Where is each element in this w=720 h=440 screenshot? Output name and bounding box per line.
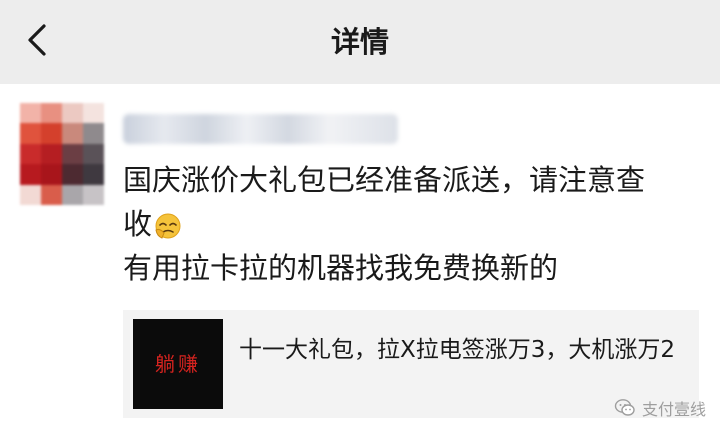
watermark-text: 支付壹线 [641,400,706,419]
thumbnail-text: 躺赚 [155,352,201,376]
article-thumbnail: 躺赚 [133,319,223,409]
post-text-line-with-emoji: 收 [123,202,693,246]
wechat-icon [614,399,635,416]
page-title: 详情 [330,25,389,59]
post-text-line: 有用拉卡拉的机器找我免费换新的 [123,251,559,285]
post-text-line: 收 [123,207,153,241]
avatar[interactable] [20,103,104,205]
nickname[interactable] [123,114,398,144]
watermark: 支付壹线 [614,396,706,420]
navbar: 详情 [0,0,720,84]
facepalm-emoji-icon [155,213,181,239]
shared-article-card[interactable]: 躺赚 十一大礼包，拉X拉电签涨万3，大机涨万2 [123,310,699,418]
article-description: 十一大礼包，拉X拉电签涨万3，大机涨万2 [239,337,676,363]
post-text: 国庆涨价大礼包已经准备派送，请注意查 收 有用拉卡拉的机器找我免费换新的 [123,158,693,290]
post-text-line: 国庆涨价大礼包已经准备派送，请注意查 [123,163,646,197]
